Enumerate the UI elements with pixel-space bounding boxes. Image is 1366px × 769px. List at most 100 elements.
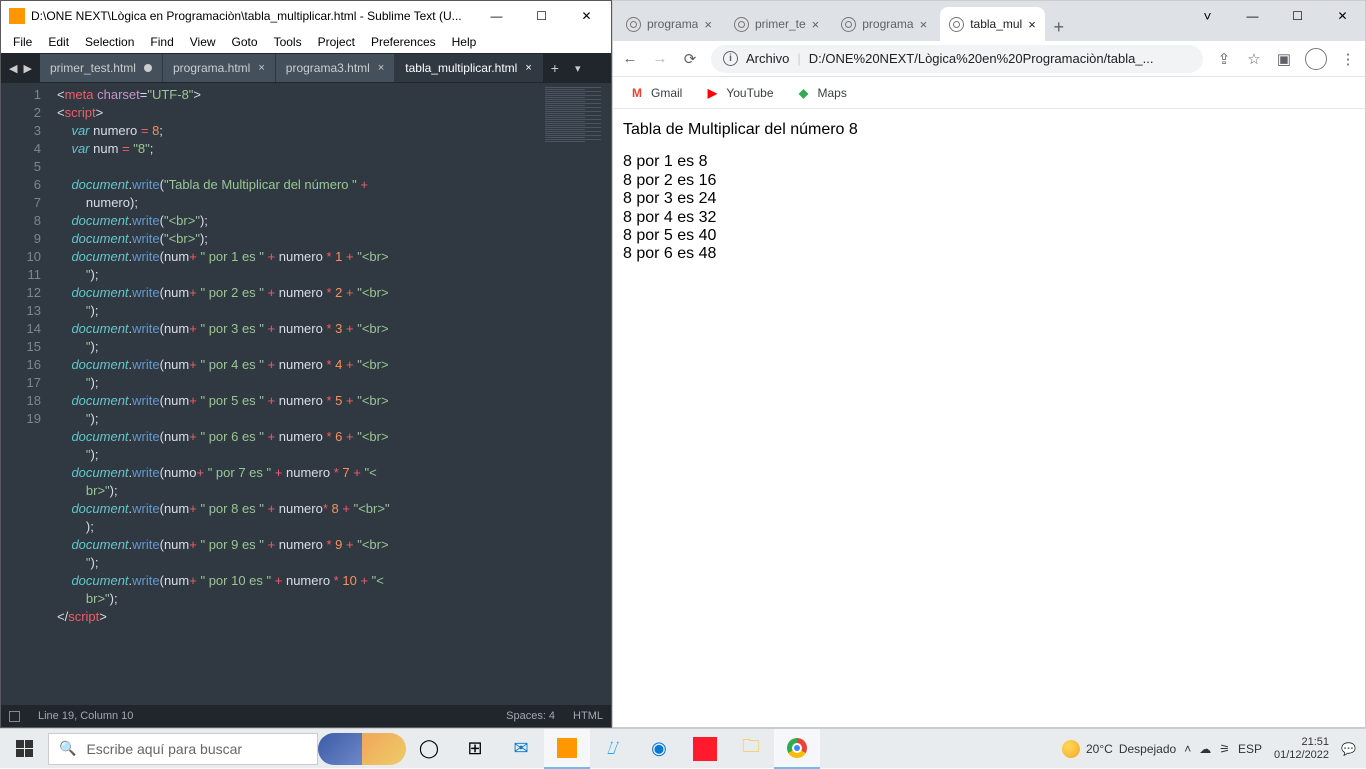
menu-tools[interactable]: Tools (274, 35, 302, 49)
chrome-toolbar: ← → ⟳ i Archivo | D:/ONE%20NEXT/Lògica%2… (613, 41, 1365, 77)
new-tab-button[interactable]: + (1045, 13, 1073, 41)
sidepanel-icon[interactable]: ▣ (1275, 50, 1293, 68)
menu-dots-icon[interactable]: ⋮ (1339, 50, 1357, 68)
bookmark-maps[interactable]: ◆Maps (796, 85, 847, 101)
vscode-app-icon[interactable]: ⌰ (590, 729, 636, 769)
minimize-button[interactable]: — (1230, 1, 1275, 31)
close-tab-icon[interactable]: × (525, 62, 531, 74)
status-cursor: Line 19, Column 10 (38, 710, 133, 722)
close-button[interactable]: ✕ (564, 2, 609, 31)
chevron-down-icon[interactable]: ˅ (1185, 1, 1230, 31)
favicon-icon (626, 17, 641, 32)
notifications-icon[interactable]: 💬 (1341, 742, 1356, 756)
sublime-statusbar: Line 19, Column 10 Spaces: 4 HTML (1, 705, 611, 727)
editor-tab[interactable]: programa.html × (163, 54, 276, 82)
sublime-window: D:\ONE NEXT\Lògica en Programaciòn\tabla… (0, 0, 612, 728)
menu-file[interactable]: File (13, 35, 32, 49)
address-bar[interactable]: i Archivo | D:/ONE%20NEXT/Lògica%20en%20… (711, 45, 1203, 73)
profile-icon[interactable] (1305, 48, 1327, 70)
sublime-app-icon[interactable] (544, 729, 590, 769)
tab-label: primer_te (755, 17, 806, 31)
editor-tab[interactable]: primer_test.html (40, 54, 163, 82)
bookmark-gmail[interactable]: MGmail (629, 85, 682, 101)
wifi-icon[interactable]: ⚞ (1219, 742, 1230, 756)
browser-tab[interactable]: primer_te × (725, 7, 828, 41)
editor-tab-active[interactable]: tabla_multiplicar.html × (395, 54, 543, 82)
url-separator: | (797, 51, 800, 66)
menu-project[interactable]: Project (318, 35, 355, 49)
tab-next-icon[interactable]: ▶ (23, 62, 31, 75)
output-line: 8 por 3 es 24 (623, 190, 1355, 208)
share-icon[interactable]: ⇪ (1215, 50, 1233, 68)
reload-button[interactable]: ⟳ (681, 50, 699, 68)
bookmark-youtube[interactable]: ▶YouTube (704, 85, 773, 101)
editor-tab[interactable]: programa3.html × (276, 54, 395, 82)
code-content[interactable]: <meta charset="UTF-8"> <script> var nume… (49, 83, 541, 705)
clock-date: 01/12/2022 (1274, 749, 1329, 762)
editor-area[interactable]: 12345678910111213141516171819 <meta char… (1, 83, 611, 705)
menu-preferences[interactable]: Preferences (371, 35, 436, 49)
sublime-icon (9, 8, 25, 24)
close-button[interactable]: ✕ (1320, 1, 1365, 31)
task-view-icon[interactable]: ⊞ (452, 729, 498, 769)
maximize-button[interactable]: ☐ (1275, 1, 1320, 31)
status-syntax[interactable]: HTML (573, 710, 603, 722)
menu-find[interactable]: Find (150, 35, 173, 49)
mail-app-icon[interactable]: ✉ (498, 729, 544, 769)
favicon-icon (841, 17, 856, 32)
panel-icon[interactable] (9, 711, 20, 722)
edge-app-icon[interactable]: ◉ (636, 729, 682, 769)
explorer-app-icon[interactable]: 🗀 (728, 729, 774, 769)
close-tab-icon[interactable]: × (1028, 17, 1036, 32)
tab-label: programa3.html (286, 61, 370, 75)
menu-edit[interactable]: Edit (48, 35, 69, 49)
opera-app-icon[interactable] (682, 729, 728, 769)
cortana-icon[interactable]: ◯ (406, 729, 452, 769)
minimize-button[interactable]: — (474, 2, 519, 31)
output-line: 8 por 2 es 16 (623, 172, 1355, 190)
close-tab-icon[interactable]: × (920, 17, 928, 32)
new-tab-button[interactable]: + (543, 60, 567, 76)
status-spaces[interactable]: Spaces: 4 (506, 710, 555, 722)
menu-view[interactable]: View (190, 35, 216, 49)
output-line: 8 por 5 es 40 (623, 227, 1355, 245)
maximize-button[interactable]: ☐ (519, 2, 564, 31)
close-tab-icon[interactable]: × (258, 62, 264, 74)
tab-label: tabla_mul (970, 17, 1022, 31)
tab-prev-icon[interactable]: ◀ (9, 62, 17, 75)
menu-help[interactable]: Help (452, 35, 477, 49)
tab-menu-icon[interactable]: ▾ (567, 62, 589, 75)
sublime-titlebar[interactable]: D:\ONE NEXT\Lògica en Programaciòn\tabla… (1, 1, 611, 31)
close-tab-icon[interactable]: × (812, 17, 820, 32)
output-line: 8 por 6 es 48 (623, 245, 1355, 263)
weather-desc: Despejado (1119, 742, 1176, 756)
close-tab-icon[interactable]: × (704, 17, 712, 32)
minimap[interactable] (541, 83, 611, 705)
sublime-title: D:\ONE NEXT\Lògica en Programaciòn\tabla… (31, 9, 474, 23)
browser-tab-active[interactable]: tabla_mul × (940, 7, 1045, 41)
taskbar-search[interactable]: 🔍 Escribe aquí para buscar (48, 733, 318, 765)
clock[interactable]: 21:51 01/12/2022 (1270, 736, 1333, 762)
chrome-app-icon[interactable] (774, 729, 820, 769)
browser-tab[interactable]: programa× (617, 7, 721, 41)
menu-goto[interactable]: Goto (232, 35, 258, 49)
line-gutter: 12345678910111213141516171819 (1, 83, 49, 705)
weather-widget[interactable]: 20°C Despejado (1062, 740, 1176, 758)
url-scheme: Archivo (746, 51, 789, 66)
back-button[interactable]: ← (621, 50, 639, 67)
tray-chevron-icon[interactable]: ˄ (1184, 742, 1191, 756)
info-icon[interactable]: i (723, 51, 738, 66)
forward-button[interactable]: → (651, 50, 669, 67)
onedrive-icon[interactable]: ☁ (1199, 742, 1211, 756)
output-line: 8 por 1 es 8 (623, 153, 1355, 171)
weather-sun-icon (1062, 740, 1080, 758)
browser-tab[interactable]: programa× (832, 7, 936, 41)
close-tab-icon[interactable]: × (378, 62, 384, 74)
sublime-menu-bar: File Edit Selection Find View Goto Tools… (1, 31, 611, 53)
menu-selection[interactable]: Selection (85, 35, 134, 49)
start-button[interactable] (0, 729, 48, 769)
bookmark-star-icon[interactable]: ☆ (1245, 50, 1263, 68)
search-placeholder: Escribe aquí para buscar (86, 741, 242, 757)
news-widget[interactable] (318, 733, 406, 765)
language-indicator[interactable]: ESP (1238, 742, 1262, 756)
